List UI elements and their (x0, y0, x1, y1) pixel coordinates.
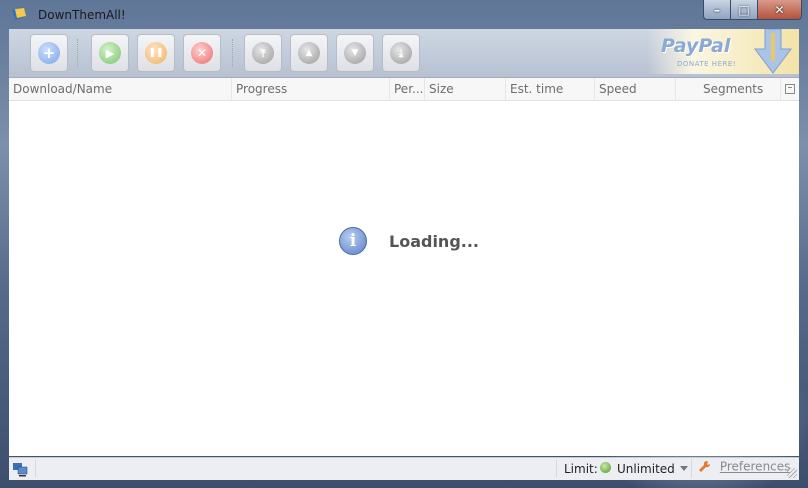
move-down-icon: ▼ (344, 42, 366, 64)
resume-button[interactable]: ▶ (91, 34, 129, 72)
play-icon: ▶ (99, 42, 121, 64)
column-picker-icon[interactable] (785, 84, 795, 94)
title-bar[interactable]: DownThemAll! – □ ✕ (0, 0, 808, 28)
loading-text: Loading... (389, 231, 479, 251)
column-headers: Download/Name Progress Per... Size Est. … (9, 78, 799, 101)
speed-limit-label: Limit: (564, 462, 598, 476)
move-up-button[interactable]: ▲ (290, 34, 328, 72)
download-arrow-icon (754, 29, 792, 74)
move-bottom-icon: ⤓ (390, 42, 412, 64)
column-header-size[interactable]: Size (425, 78, 506, 100)
cancel-icon: ✕ (191, 42, 213, 64)
resize-grip[interactable] (787, 468, 797, 478)
speed-limit-dropdown[interactable]: Unlimited (597, 459, 690, 478)
move-up-icon: ▲ (298, 42, 320, 64)
move-top-button[interactable]: ⤒ (244, 34, 282, 72)
app-icon (12, 7, 26, 20)
toolbar-separator (77, 39, 79, 67)
pause-button[interactable]: ❚❚ (137, 34, 175, 72)
window-frame: DownThemAll! – □ ✕ + ▶ ❚❚ ✕ ⤒ ▲ ▼ ⤓ PayP… (0, 0, 808, 488)
status-bar: Limit: Unlimited Preferences (9, 457, 799, 480)
column-header-name[interactable]: Download/Name (9, 78, 232, 100)
speed-limit-value: Unlimited (617, 462, 675, 476)
column-header-percent[interactable]: Per... (390, 78, 425, 100)
chevron-down-icon (680, 466, 688, 471)
downloads-list[interactable]: Download/Name Progress Per... Size Est. … (9, 78, 799, 456)
minimize-icon: – (714, 2, 720, 17)
loading-indicator: i Loading... (339, 227, 479, 255)
maximize-button[interactable]: □ (731, 0, 758, 20)
close-icon: ✕ (774, 2, 785, 17)
donate-caption: DONATE HERE! (677, 60, 737, 68)
paypal-donate-button[interactable]: PayPal DONATE HERE! (647, 29, 799, 74)
column-header-speed[interactable]: Speed (595, 78, 676, 100)
move-down-button[interactable]: ▼ (336, 34, 374, 72)
info-icon: i (339, 227, 367, 255)
cancel-button[interactable]: ✕ (183, 34, 221, 72)
move-top-icon: ⤒ (252, 42, 274, 64)
window-title: DownThemAll! (38, 8, 126, 22)
status-message-area (35, 460, 557, 477)
plus-icon: + (38, 42, 60, 64)
move-bottom-button[interactable]: ⤓ (382, 34, 420, 72)
column-header-progress[interactable]: Progress (232, 78, 390, 100)
column-header-est-time[interactable]: Est. time (506, 78, 595, 100)
paypal-logo: PayPal (661, 35, 731, 57)
column-header-segments[interactable]: Segments (676, 78, 781, 100)
toolbar-separator (232, 39, 234, 67)
add-download-button[interactable]: + (30, 34, 68, 72)
wrench-icon (699, 460, 711, 472)
window-controls: – □ ✕ (703, 0, 802, 20)
toolbar: + ▶ ❚❚ ✕ ⤒ ▲ ▼ ⤓ PayPal DONATE HERE! (9, 29, 799, 78)
minimize-button[interactable]: – (703, 0, 731, 20)
maximize-icon: □ (738, 2, 750, 17)
preferences-label: Preferences (719, 459, 791, 474)
network-icon[interactable] (12, 461, 28, 477)
pause-icon: ❚❚ (145, 42, 167, 64)
close-button[interactable]: ✕ (758, 0, 802, 20)
speed-limit-icon (600, 462, 611, 473)
preferences-link[interactable]: Preferences (691, 459, 790, 478)
